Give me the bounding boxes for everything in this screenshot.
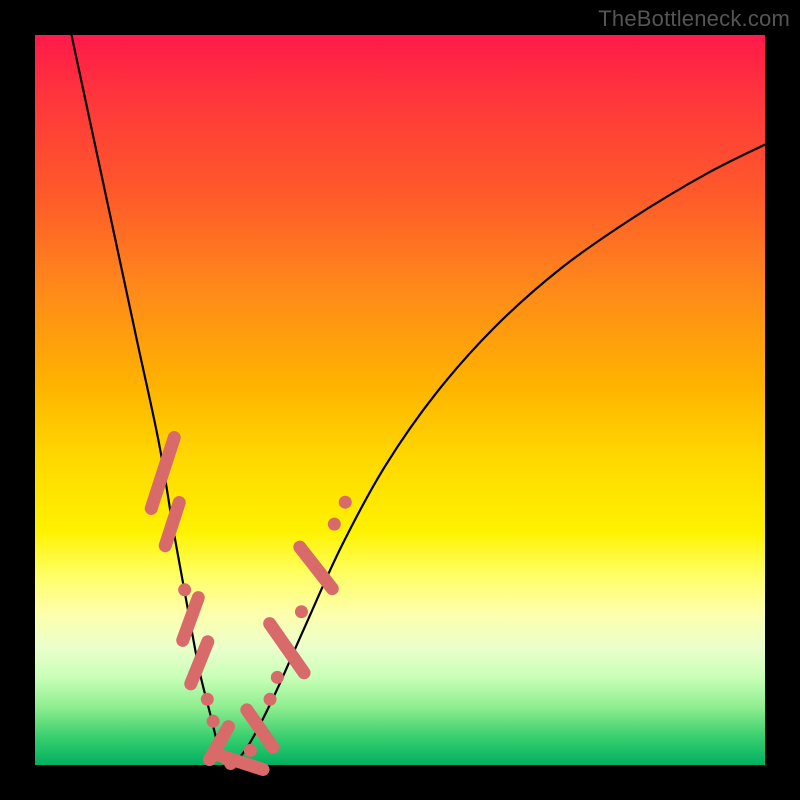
marker-dot (339, 496, 352, 509)
marker-pill (157, 494, 187, 554)
marker-dot (178, 583, 191, 596)
marker-dot (207, 715, 220, 728)
curve-layer (72, 35, 766, 765)
marker-dot (201, 693, 214, 706)
marker-dot (328, 518, 341, 531)
marker-layer (143, 429, 352, 777)
marker-pill (291, 538, 342, 598)
marker-dot (295, 605, 308, 618)
marker-dot (271, 671, 284, 684)
plot-area (35, 35, 765, 765)
chart-svg (35, 35, 765, 765)
watermark-text: TheBottleneck.com (598, 6, 790, 32)
chart-container: TheBottleneck.com (0, 0, 800, 800)
marker-dot (244, 744, 257, 757)
marker-dot (264, 693, 277, 706)
